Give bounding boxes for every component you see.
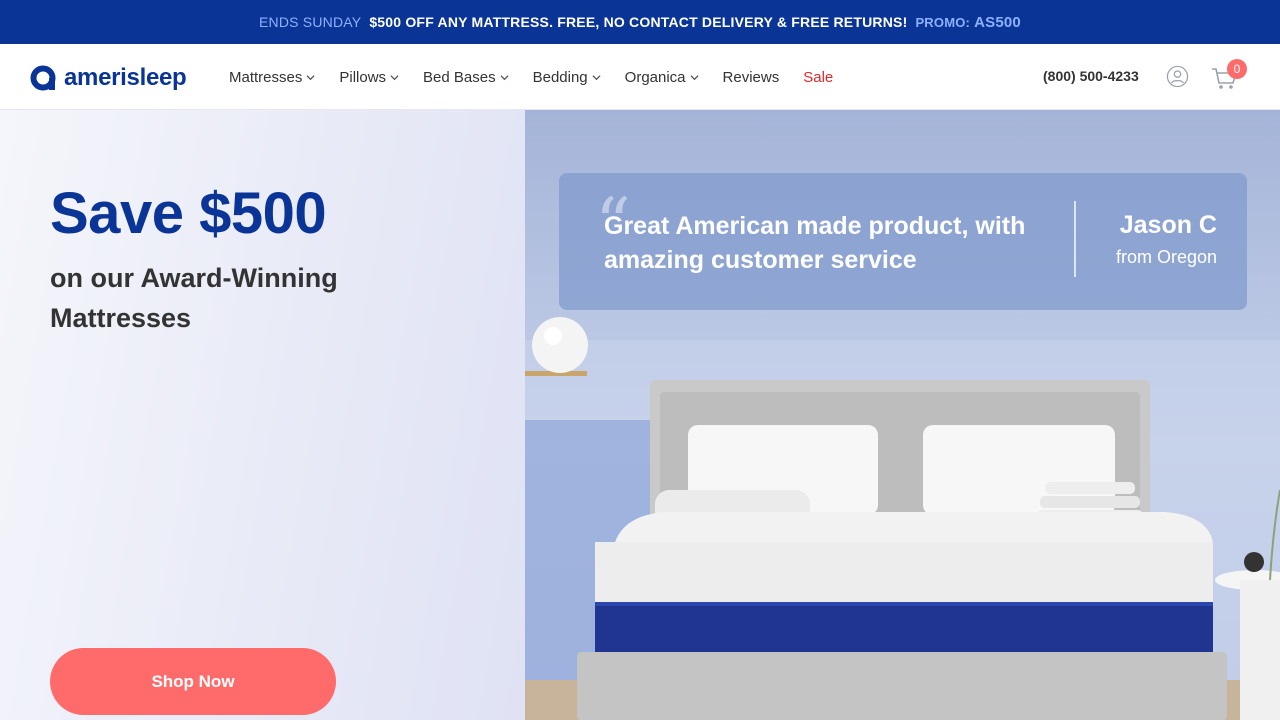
nav-item-label: Bed Bases xyxy=(423,68,496,86)
nav-item-label: Pillows xyxy=(339,68,387,86)
shop-now-button[interactable]: Shop Now xyxy=(50,648,336,715)
main-nav: Mattresses Pillows Bed Bases Bedding Org… xyxy=(229,44,833,110)
nav-item-label: Mattresses xyxy=(229,68,303,86)
promo-message: $500 OFF ANY MATTRESS. FREE, NO CONTACT … xyxy=(369,14,908,30)
phone-link[interactable]: (800) 500-4233 xyxy=(1043,68,1139,84)
nav-item-bed-bases[interactable]: Bed Bases xyxy=(423,69,509,86)
promo-banner: ENDS SUNDAY $500 OFF ANY MATTRESS. FREE,… xyxy=(0,0,1280,44)
promo-code: AS500 xyxy=(974,13,1021,31)
chevron-down-icon xyxy=(592,74,601,80)
nav-item-label: Reviews xyxy=(722,68,780,86)
testimonial-quote: Great American made product, with amazin… xyxy=(604,212,1026,274)
user-account-icon[interactable] xyxy=(1166,65,1189,88)
chevron-down-icon xyxy=(500,74,509,80)
nav-item-label: Sale xyxy=(803,68,834,86)
nav-item-pillows[interactable]: Pillows xyxy=(339,69,399,86)
chevron-down-icon xyxy=(390,74,399,80)
nav-item-sale[interactable]: Sale xyxy=(803,69,833,86)
testimonial-card: “ Great American made product, with amaz… xyxy=(559,173,1247,310)
hero-image-panel: “ Great American made product, with amaz… xyxy=(525,110,1280,720)
nav-item-label: Organica xyxy=(624,68,686,86)
nav-item-label: Bedding xyxy=(532,68,588,86)
cart-count-badge: 0 xyxy=(1227,59,1247,79)
testimonial-author: Jason C xyxy=(1119,211,1217,239)
chevron-down-icon xyxy=(306,74,315,80)
nav-item-mattresses[interactable]: Mattresses xyxy=(229,69,315,86)
nav-item-reviews[interactable]: Reviews xyxy=(723,69,780,86)
promo-code-label: PROMO: xyxy=(915,14,971,30)
chevron-down-icon xyxy=(689,74,699,80)
logo-mark-icon xyxy=(30,65,56,91)
promo-ends-text: ENDS SUNDAY xyxy=(259,14,362,30)
testimonial-divider xyxy=(1074,201,1076,277)
site-header: amerisleep Mattresses Pillows Bed Bases … xyxy=(0,44,1280,110)
logo-text: amerisleep xyxy=(64,64,187,91)
testimonial-origin: from Oregon xyxy=(1115,247,1217,267)
hero-title: Save $500 xyxy=(50,181,327,246)
nav-item-bedding[interactable]: Bedding xyxy=(533,69,601,86)
hero-subtitle: on our Award-Winning Mattresses xyxy=(50,263,338,333)
logo[interactable]: amerisleep xyxy=(30,64,187,92)
hero-text-panel: Save $500 on our Award-Winning Mattresse… xyxy=(0,110,525,720)
nav-item-organica[interactable]: Organica xyxy=(625,69,699,86)
